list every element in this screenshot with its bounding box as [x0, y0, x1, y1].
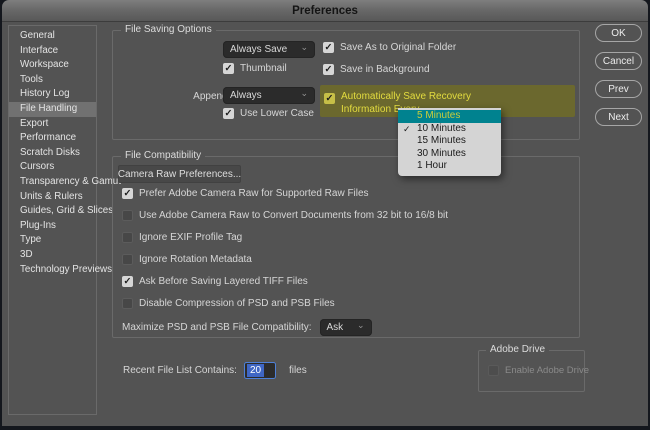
- prefer-adobe-camera-raw-checkbox-row[interactable]: Prefer Adobe Camera Raw for Supported Ra…: [122, 188, 369, 199]
- thumbnail-checkbox-row[interactable]: Thumbnail: [223, 63, 287, 74]
- sidebar-item-file-handling[interactable]: File Handling: [9, 102, 96, 117]
- ignore-rotation-metadata-checkbox-row[interactable]: Ignore Rotation Metadata: [122, 254, 252, 265]
- checkbox[interactable]: [323, 64, 334, 75]
- preferences-sidebar: General Interface Workspace Tools Histor…: [8, 25, 97, 415]
- next-button[interactable]: Next: [595, 108, 642, 126]
- adobe-drive-group: Adobe Drive Enable Adobe Drive: [478, 350, 585, 392]
- sidebar-item-cursors[interactable]: Cursors: [9, 160, 96, 175]
- menu-item-1-hour[interactable]: ✓ 1 Hour: [398, 160, 501, 173]
- ignore-exif-profile-tag-checkbox-row[interactable]: Ignore EXIF Profile Tag: [122, 232, 242, 243]
- sidebar-item-workspace[interactable]: Workspace: [9, 58, 96, 73]
- maximize-compatibility-select[interactable]: Ask ⌄: [320, 319, 372, 336]
- file-saving-options-legend: File Saving Options: [121, 24, 216, 35]
- window-title: Preferences: [292, 5, 358, 17]
- sidebar-item-units-rulers[interactable]: Units & Rulers: [9, 190, 96, 205]
- sidebar-item-plug-ins[interactable]: Plug-Ins: [9, 219, 96, 234]
- checkbox-label: Ask Before Saving Layered TIFF Files: [139, 276, 308, 287]
- ask-before-saving-layered-tiff-checkbox-row[interactable]: Ask Before Saving Layered TIFF Files: [122, 276, 308, 287]
- prev-button[interactable]: Prev: [595, 80, 642, 98]
- recent-file-list-row: Recent File List Contains: 20 files: [123, 362, 307, 379]
- maximize-compatibility-value: Ask: [327, 322, 344, 333]
- checkbox-label: Save in Background: [340, 64, 430, 75]
- sidebar-item-scratch-disks[interactable]: Scratch Disks: [9, 146, 96, 161]
- checkbox-label: Enable Adobe Drive: [505, 365, 589, 376]
- sidebar-item-3d[interactable]: 3D: [9, 248, 96, 263]
- maximize-compatibility-row: Maximize PSD and PSB File Compatibility:…: [122, 319, 372, 336]
- title-bar[interactable]: Preferences: [2, 0, 648, 22]
- checkbox[interactable]: [122, 298, 133, 309]
- ok-button[interactable]: OK: [595, 24, 642, 42]
- image-previews-select[interactable]: Always Save ⌄: [223, 41, 315, 58]
- sidebar-item-technology-previews[interactable]: Technology Previews: [9, 263, 96, 278]
- sidebar-item-transparency-gamut[interactable]: Transparency & Gamut: [9, 175, 96, 190]
- menu-item-5-minutes[interactable]: ✓ 5 Minutes: [398, 110, 501, 123]
- checkbox[interactable]: [223, 108, 234, 119]
- checkbox[interactable]: [122, 188, 133, 199]
- sidebar-item-tools[interactable]: Tools: [9, 73, 96, 88]
- sidebar-item-history-log[interactable]: History Log: [9, 87, 96, 102]
- menu-item-30-minutes[interactable]: ✓ 30 Minutes: [398, 148, 501, 161]
- maximize-compatibility-label: Maximize PSD and PSB File Compatibility:: [122, 322, 312, 333]
- recent-file-list-suffix: files: [289, 365, 307, 376]
- checkbox-label: Ignore EXIF Profile Tag: [139, 232, 242, 243]
- disable-compression-psd-psb-checkbox-row[interactable]: Disable Compression of PSD and PSB Files: [122, 298, 335, 309]
- recent-file-list-value: 20: [247, 364, 264, 377]
- use-lower-case-checkbox-row[interactable]: Use Lower Case: [223, 108, 314, 119]
- menu-item-15-minutes[interactable]: ✓ 15 Minutes: [398, 135, 501, 148]
- use-adobe-camera-raw-convert-checkbox-row[interactable]: Use Adobe Camera Raw to Convert Document…: [122, 210, 448, 221]
- sidebar-item-interface[interactable]: Interface: [9, 44, 96, 59]
- recent-file-list-label: Recent File List Contains:: [123, 365, 237, 376]
- file-compatibility-group: File Compatibility: [112, 156, 580, 338]
- sidebar-item-type[interactable]: Type: [9, 233, 96, 248]
- recent-file-list-input[interactable]: 20: [244, 362, 276, 379]
- sidebar-item-general[interactable]: General: [9, 29, 96, 44]
- sidebar-item-export[interactable]: Export: [9, 117, 96, 132]
- adobe-drive-legend: Adobe Drive: [486, 344, 549, 355]
- sidebar-item-guides-grid-slices[interactable]: Guides, Grid & Slices: [9, 204, 96, 219]
- checkbox-label: Ignore Rotation Metadata: [139, 254, 252, 265]
- checkbox-label: Use Adobe Camera Raw to Convert Document…: [139, 210, 448, 221]
- save-as-to-original-folder-checkbox-row[interactable]: Save As to Original Folder: [323, 42, 456, 53]
- cancel-button[interactable]: Cancel: [595, 52, 642, 70]
- checkbox[interactable]: [122, 210, 133, 221]
- chevron-down-icon: ⌄: [300, 43, 308, 52]
- checkbox[interactable]: [122, 276, 133, 287]
- chevron-down-icon: ⌄: [357, 321, 365, 330]
- checkbox-label: Thumbnail: [240, 63, 287, 74]
- checkbox[interactable]: [324, 93, 335, 104]
- checkbox: [488, 365, 499, 376]
- checkbox-label: Use Lower Case: [240, 108, 314, 119]
- append-file-extension-value: Always: [230, 90, 262, 101]
- image-previews-value: Always Save: [230, 44, 287, 55]
- check-icon: ✓: [403, 123, 411, 136]
- checkbox[interactable]: [223, 63, 234, 74]
- checkbox-label: Save As to Original Folder: [340, 42, 456, 53]
- camera-raw-preferences-button[interactable]: Camera Raw Preferences...: [118, 165, 241, 183]
- file-compatibility-legend: File Compatibility: [121, 150, 205, 161]
- enable-adobe-drive-checkbox-row: Enable Adobe Drive: [488, 365, 589, 376]
- checkbox[interactable]: [323, 42, 334, 53]
- menu-item-10-minutes[interactable]: ✓ 10 Minutes: [398, 123, 501, 136]
- checkbox[interactable]: [122, 254, 133, 265]
- chevron-down-icon: ⌄: [300, 89, 308, 98]
- checkbox-label: Prefer Adobe Camera Raw for Supported Ra…: [139, 188, 369, 199]
- checkbox-label: Disable Compression of PSD and PSB Files: [139, 298, 335, 309]
- append-file-extension-select[interactable]: Always ⌄: [223, 87, 315, 104]
- interval-dropdown-menu: ✓ 5 Minutes ✓ 10 Minutes ✓ 15 Minutes ✓ …: [398, 108, 501, 176]
- save-in-background-checkbox-row[interactable]: Save in Background: [323, 64, 430, 75]
- sidebar-item-performance[interactable]: Performance: [9, 131, 96, 146]
- checkbox[interactable]: [122, 232, 133, 243]
